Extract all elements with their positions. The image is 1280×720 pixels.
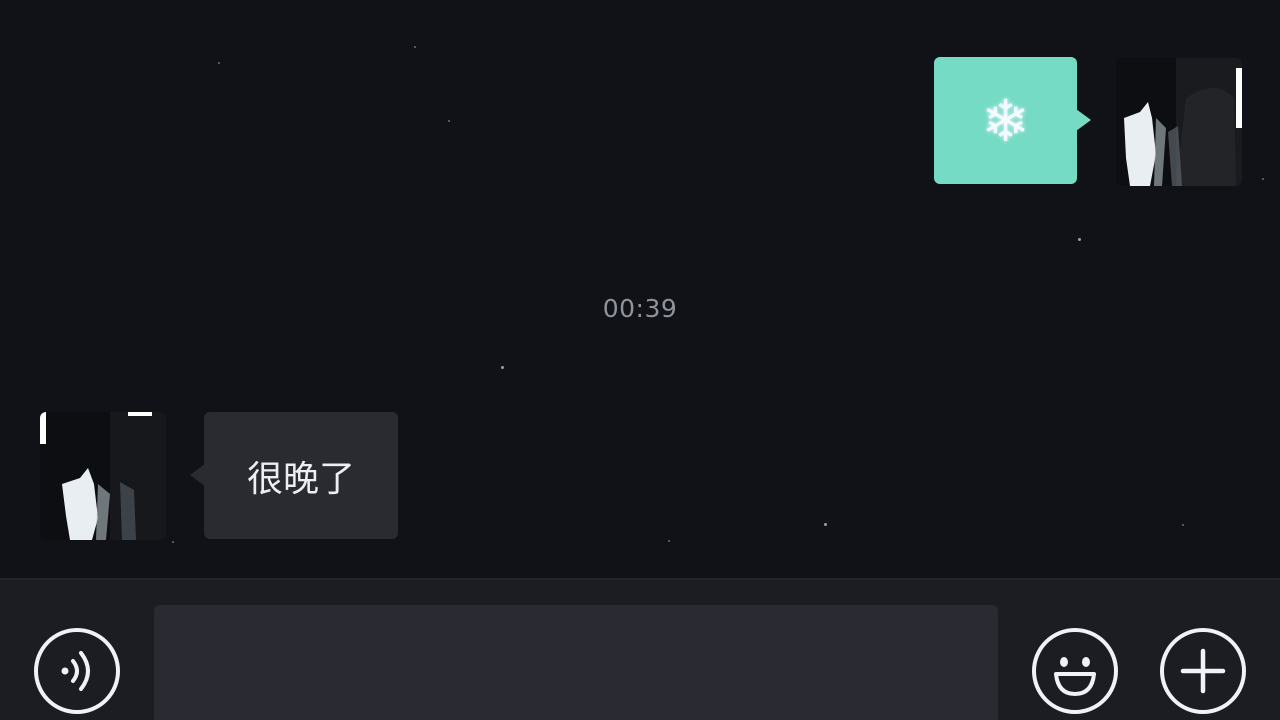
avatar-image <box>40 412 166 540</box>
emoji-button[interactable] <box>1032 628 1118 714</box>
avatar-image <box>1116 58 1242 186</box>
plus-icon <box>1180 648 1226 694</box>
snow-speck <box>448 120 450 122</box>
message-input[interactable] <box>154 605 998 720</box>
contact-avatar[interactable] <box>40 412 166 540</box>
incoming-message-text: 很晚了 <box>246 458 355 500</box>
snow-speck <box>668 540 670 542</box>
snow-speck <box>172 541 174 543</box>
chat-screen: ❄ 00:39 很晚了 <box>0 0 1280 720</box>
snowflake-emoji: ❄ <box>981 86 1030 155</box>
snow-speck <box>1262 178 1264 180</box>
snow-speck <box>1078 238 1081 241</box>
snow-speck <box>501 366 504 369</box>
smiley-icon <box>1054 657 1096 696</box>
more-options-button[interactable] <box>1160 628 1246 714</box>
input-bar-divider <box>0 578 1280 580</box>
voice-icon <box>61 651 90 691</box>
voice-button[interactable] <box>34 628 120 714</box>
snow-speck <box>414 46 416 48</box>
incoming-message-bubble[interactable]: 很晚了 <box>190 412 398 539</box>
self-avatar[interactable] <box>1116 58 1242 186</box>
snow-speck <box>218 62 220 64</box>
outgoing-message-bubble[interactable]: ❄ <box>934 57 1091 184</box>
snow-speck <box>824 523 827 526</box>
snow-speck <box>1182 524 1184 526</box>
message-list[interactable]: ❄ 00:39 很晚了 <box>0 0 1280 578</box>
message-timestamp: 00:39 <box>602 294 678 323</box>
